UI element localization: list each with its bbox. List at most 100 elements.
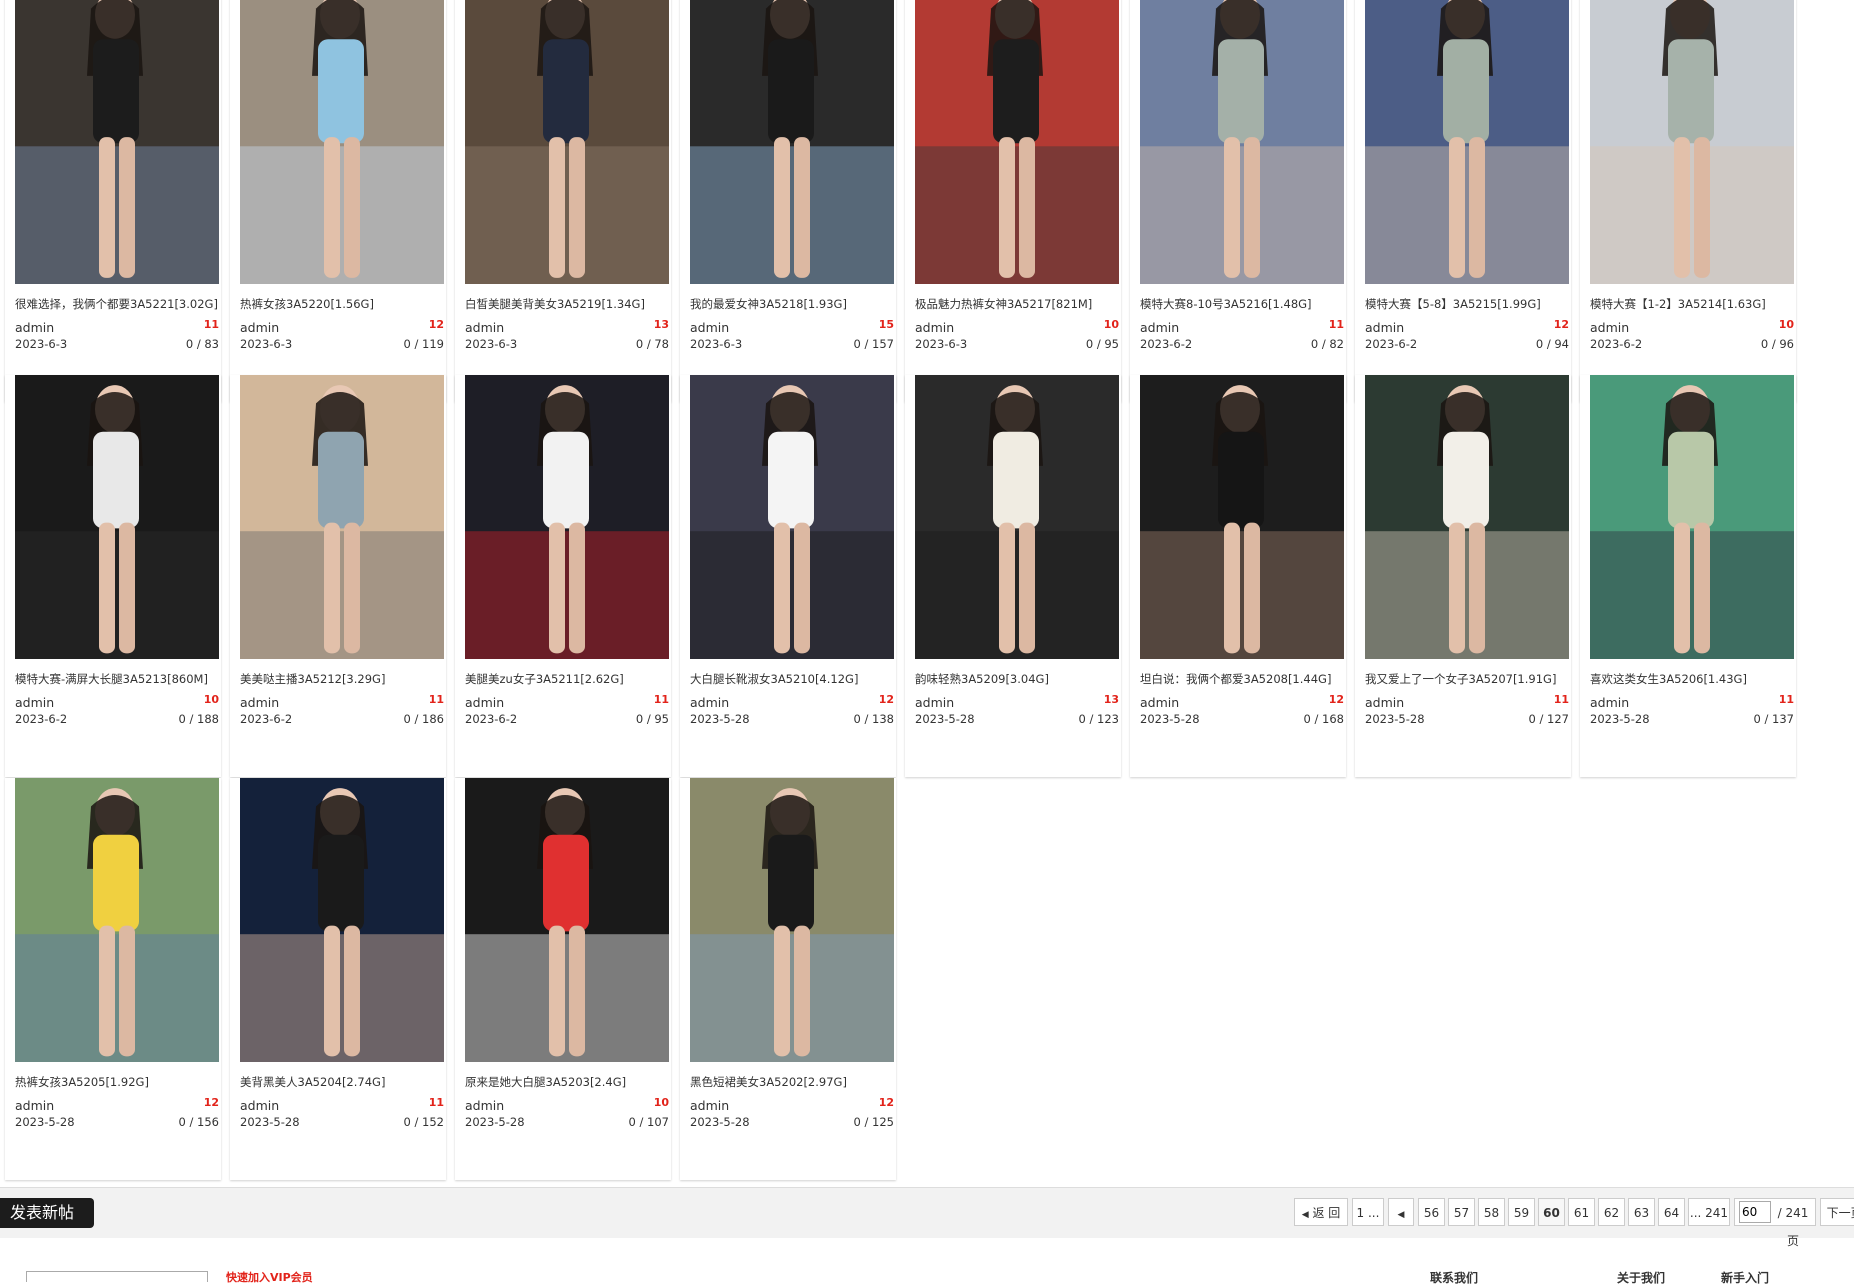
post-title-link[interactable]: 很难选择，我俩个都要3A5221[3.02G] [15, 296, 221, 312]
pagination-back-button[interactable]: ◀ 返 回 [1294, 1198, 1348, 1226]
post-thumbnail[interactable] [690, 778, 894, 1062]
post-thumbnail[interactable] [240, 375, 444, 659]
post-card[interactable]: 大白腿长靴淑女3A5210[4.12G] admin 12 2023-5-28 0 / … [680, 375, 896, 777]
post-card[interactable]: 原来是她大白腿3A5203[2.4G] admin 10 2023-5-28 0 / 1… [455, 778, 671, 1180]
post-card[interactable]: 模特大赛【1-2】3A5214[1.63G] admin 10 2023-6-2 0 /… [1580, 0, 1796, 402]
post-thumbnail[interactable] [690, 375, 894, 659]
post-card[interactable]: 美美哒主播3A5212[3.29G] admin 11 2023-6-2 0 / 186 [230, 375, 446, 777]
post-author[interactable]: admin [465, 320, 504, 335]
post-title-link[interactable]: 模特大赛-满屏大长腿3A5213[860M] [15, 671, 221, 687]
pagination-page-link[interactable]: 58 [1478, 1198, 1505, 1226]
post-thumbnail[interactable] [1365, 0, 1569, 284]
post-author[interactable]: admin [915, 320, 954, 335]
post-title-link[interactable]: 美美哒主播3A5212[3.29G] [240, 671, 446, 687]
post-thumbnail[interactable] [915, 0, 1119, 284]
post-card[interactable]: 韵味轻熟3A5209[3.04G] admin 13 2023-5-28 0 / 123 [905, 375, 1121, 777]
post-author[interactable]: admin [1365, 695, 1404, 710]
post-card[interactable]: 我的最爱女神3A5218[1.93G] admin 15 2023-6-3 0 / 15… [680, 0, 896, 402]
pagination-current-page[interactable]: 60 [1538, 1198, 1565, 1226]
contact-link[interactable]: 联系我们 [1430, 1269, 1478, 1286]
post-author[interactable]: admin [1365, 320, 1404, 335]
post-title-link[interactable]: 美腿美zu女子3A5211[2.62G] [465, 671, 671, 687]
pagination-page-link[interactable]: 63 [1628, 1198, 1655, 1226]
post-author[interactable]: admin [240, 695, 279, 710]
post-card[interactable]: 喜欢这类女生3A5206[1.43G] admin 11 2023-5-28 0 / 1… [1580, 375, 1796, 777]
post-author[interactable]: admin [465, 1098, 504, 1113]
post-title-link[interactable]: 大白腿长靴淑女3A5210[4.12G] [690, 671, 896, 687]
beginner-link[interactable]: 新手入门 [1721, 1269, 1769, 1286]
page-number-input[interactable] [1739, 1201, 1771, 1223]
pagination-next-button[interactable]: 下一页 ▶ [1820, 1198, 1854, 1226]
post-author[interactable]: admin [15, 1098, 54, 1113]
post-author[interactable]: admin [15, 695, 54, 710]
pagination-page-link[interactable]: 64 [1658, 1198, 1685, 1226]
post-author[interactable]: admin [240, 320, 279, 335]
post-title-link[interactable]: 极品魅力热裤女神3A5217[821M] [915, 296, 1121, 312]
post-thumbnail[interactable] [1590, 0, 1794, 284]
post-author[interactable]: admin [690, 1098, 729, 1113]
post-card[interactable]: 我又爱上了一个女子3A5207[1.91G] admin 11 2023-5-28 0 … [1355, 375, 1571, 777]
post-card[interactable]: 热裤女孩3A5220[1.56G] admin 12 2023-6-3 0 / 119 [230, 0, 446, 402]
post-card[interactable]: 模特大赛-满屏大长腿3A5213[860M] admin 10 2023-6-2 0 /… [5, 375, 221, 777]
post-title-link[interactable]: 模特大赛【1-2】3A5214[1.63G] [1590, 296, 1796, 312]
pagination-page-link[interactable]: 62 [1598, 1198, 1625, 1226]
pagination-page-link[interactable]: 61 [1568, 1198, 1595, 1226]
post-title-link[interactable]: 坦白说：我俩个都爱3A5208[1.44G] [1140, 671, 1346, 687]
post-thumbnail[interactable] [1590, 375, 1794, 659]
post-thumbnail[interactable] [1140, 375, 1344, 659]
post-title-link[interactable]: 白皙美腿美背美女3A5219[1.34G] [465, 296, 671, 312]
post-thumbnail[interactable] [15, 375, 219, 659]
post-author[interactable]: admin [690, 695, 729, 710]
post-title-link[interactable]: 热裤女孩3A5205[1.92G] [15, 1074, 221, 1090]
post-card[interactable]: 坦白说：我俩个都爱3A5208[1.44G] admin 12 2023-5-28 0 … [1130, 375, 1346, 777]
post-author[interactable]: admin [15, 320, 54, 335]
post-thumbnail[interactable] [465, 375, 669, 659]
pagination-prev-button[interactable]: ◀ [1388, 1198, 1414, 1226]
post-thumbnail[interactable] [15, 0, 219, 284]
post-thumbnail[interactable] [15, 778, 219, 1062]
new-post-button[interactable]: 发表新帖 [0, 1198, 94, 1228]
pagination-page-link[interactable]: 59 [1508, 1198, 1535, 1226]
post-title-link[interactable]: 模特大赛8-10号3A5216[1.48G] [1140, 296, 1346, 312]
post-author[interactable]: admin [1140, 695, 1179, 710]
post-title-link[interactable]: 美背黑美人3A5204[2.74G] [240, 1074, 446, 1090]
post-title-link[interactable]: 黑色短裙美女3A5202[2.97G] [690, 1074, 896, 1090]
post-title-link[interactable]: 热裤女孩3A5220[1.56G] [240, 296, 446, 312]
post-title-link[interactable]: 原来是她大白腿3A5203[2.4G] [465, 1074, 671, 1090]
post-card[interactable]: 黑色短裙美女3A5202[2.97G] admin 12 2023-5-28 0 / 1… [680, 778, 896, 1180]
post-author[interactable]: admin [1590, 695, 1629, 710]
post-thumbnail[interactable] [690, 0, 894, 284]
post-card[interactable]: 白皙美腿美背美女3A5219[1.34G] admin 13 2023-6-3 0 / … [455, 0, 671, 402]
post-author[interactable]: admin [690, 320, 729, 335]
post-card[interactable]: 极品魅力热裤女神3A5217[821M] admin 10 2023-6-3 0 / 9… [905, 0, 1121, 402]
about-link[interactable]: 关于我们 [1617, 1269, 1665, 1286]
post-card[interactable]: 很难选择，我俩个都要3A5221[3.02G] admin 11 2023-6-3 0 … [5, 0, 221, 402]
post-title-link[interactable]: 我的最爱女神3A5218[1.93G] [690, 296, 896, 312]
vip-notice-link[interactable]: 快速加入VIP会员 [226, 1269, 313, 1285]
post-thumbnail[interactable] [240, 778, 444, 1062]
post-author[interactable]: admin [1140, 320, 1179, 335]
post-title-link[interactable]: 韵味轻熟3A5209[3.04G] [915, 671, 1121, 687]
pagination-page-link[interactable]: 57 [1448, 1198, 1475, 1226]
post-title-link[interactable]: 我又爱上了一个女子3A5207[1.91G] [1365, 671, 1571, 687]
post-title-link[interactable]: 模特大赛【5-8】3A5215[1.99G] [1365, 296, 1571, 312]
post-author[interactable]: admin [465, 695, 504, 710]
post-card[interactable]: 模特大赛8-10号3A5216[1.48G] admin 11 2023-6-2 0 /… [1130, 0, 1346, 402]
post-thumbnail[interactable] [465, 0, 669, 284]
pagination-last-page[interactable]: ... 241 [1688, 1198, 1730, 1226]
post-card[interactable]: 美背黑美人3A5204[2.74G] admin 11 2023-5-28 0 / 15… [230, 778, 446, 1180]
post-thumbnail[interactable] [915, 375, 1119, 659]
post-title-link[interactable]: 喜欢这类女生3A5206[1.43G] [1590, 671, 1796, 687]
post-author[interactable]: admin [1590, 320, 1629, 335]
post-thumbnail[interactable] [240, 0, 444, 284]
pagination-page-link[interactable]: 56 [1418, 1198, 1445, 1226]
post-card[interactable]: 热裤女孩3A5205[1.92G] admin 12 2023-5-28 0 / 156 [5, 778, 221, 1180]
post-thumbnail[interactable] [1365, 375, 1569, 659]
post-author[interactable]: admin [240, 1098, 279, 1113]
pagination-first-page[interactable]: 1 ... [1352, 1198, 1384, 1226]
post-author[interactable]: admin [915, 695, 954, 710]
post-thumbnail[interactable] [1140, 0, 1344, 284]
post-thumbnail[interactable] [465, 778, 669, 1062]
post-card[interactable]: 美腿美zu女子3A5211[2.62G] admin 11 2023-6-2 0 / 9… [455, 375, 671, 777]
post-card[interactable]: 模特大赛【5-8】3A5215[1.99G] admin 12 2023-6-2 0 /… [1355, 0, 1571, 402]
